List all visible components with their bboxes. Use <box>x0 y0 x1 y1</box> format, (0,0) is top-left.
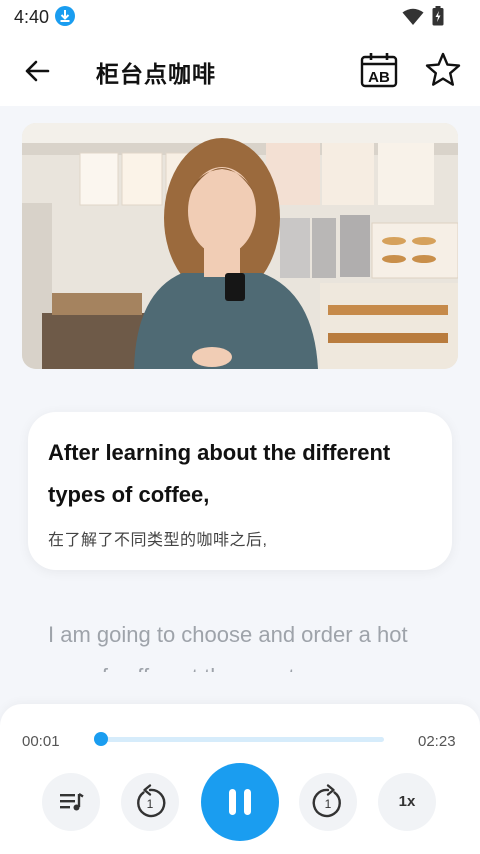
battery-icon <box>432 6 444 26</box>
pause-button[interactable] <box>201 763 279 841</box>
forward-label: 1 <box>325 797 332 811</box>
rewind-icon: 1 <box>137 784 166 818</box>
status-time: 4:40 <box>14 7 50 27</box>
star-icon[interactable] <box>424 51 462 89</box>
subtitle-english: After learning about the different types… <box>48 440 391 507</box>
download-icon <box>55 6 75 26</box>
player-controls: 00:01 02:23 1 1 1x <box>0 704 480 854</box>
playlist-icon <box>60 792 84 811</box>
forward-button[interactable]: 1 <box>299 773 357 831</box>
playlist-button[interactable] <box>42 773 100 831</box>
forward-icon: 1 <box>312 784 341 818</box>
current-time: 00:01 <box>22 733 60 750</box>
page-title: 柜台点咖啡 <box>96 61 216 87</box>
progress-track[interactable] <box>98 737 384 742</box>
current-subtitle-card[interactable]: After learning about the different types… <box>28 412 452 570</box>
rewind-button[interactable]: 1 <box>121 773 179 831</box>
status-bar: 4:40 <box>0 0 480 34</box>
ab-label: AB <box>368 69 390 86</box>
rewind-label: 1 <box>147 797 154 811</box>
subtitle-chinese: 在了解了不同类型的咖啡之后, <box>48 532 268 549</box>
ab-calendar-icon[interactable]: AB <box>360 52 398 88</box>
speed-button[interactable]: 1x <box>378 773 436 831</box>
speed-label: 1x <box>398 793 416 810</box>
pause-icon <box>229 789 251 815</box>
video-frame <box>22 123 458 369</box>
app-bar: 柜台点咖啡 AB <box>0 34 480 106</box>
back-arrow-icon[interactable] <box>22 56 52 86</box>
progress-thumb[interactable] <box>94 732 108 746</box>
next-subtitle[interactable]: I am going to choose and order a hot cup… <box>48 614 448 672</box>
video-player[interactable] <box>22 123 458 369</box>
wifi-icon <box>402 8 424 25</box>
duration: 02:23 <box>418 733 456 750</box>
